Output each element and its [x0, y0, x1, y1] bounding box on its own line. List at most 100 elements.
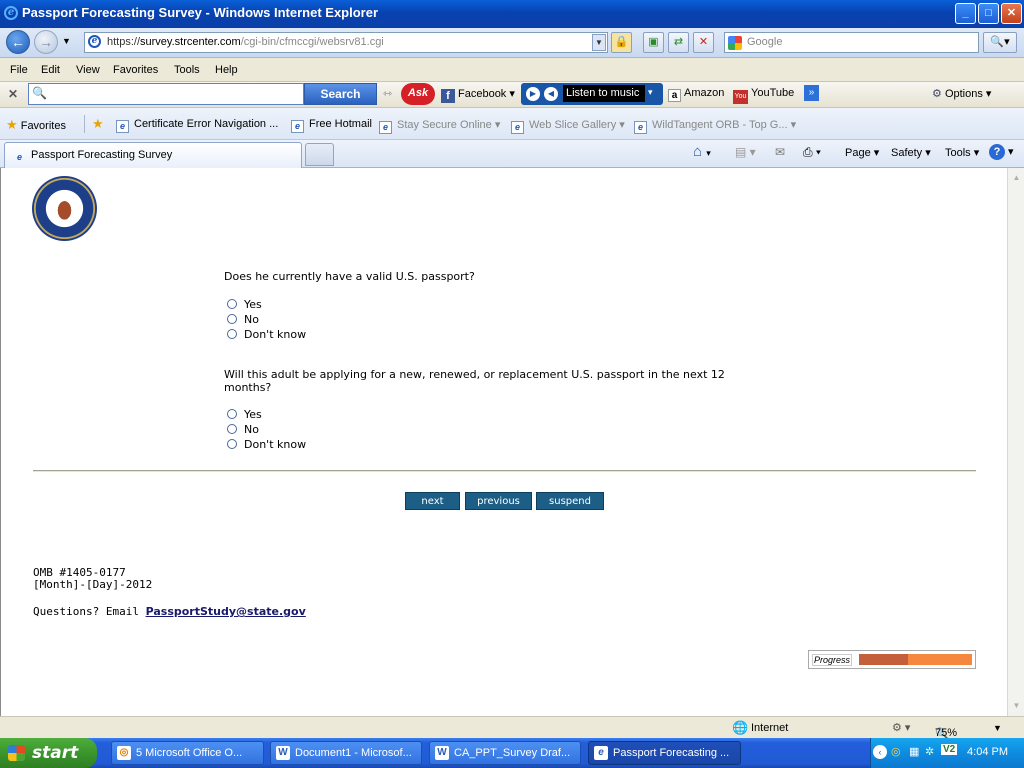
search-go-button[interactable]: 🔍▾: [983, 32, 1017, 53]
tools-menu[interactable]: Tools ▾: [945, 146, 979, 159]
favorites-button[interactable]: ★ Favorites: [6, 117, 66, 133]
fav-wildtangent[interactable]: e WildTangent ORB - Top G... ▾: [634, 118, 796, 134]
favorites-star-icon: ★: [6, 117, 18, 132]
menu-tools[interactable]: Tools: [174, 64, 200, 76]
tab-passport-survey[interactable]: e Passport Forecasting Survey: [4, 142, 302, 168]
youtube-button[interactable]: You YouTube: [733, 87, 794, 104]
q2-option-dont-know[interactable]: Don't know: [227, 438, 306, 451]
home-button[interactable]: ⌂ ▾: [693, 143, 711, 160]
compatibility-view-icon[interactable]: ▣: [643, 32, 664, 53]
taskbar-word-document[interactable]: W Document1 - Microsof...: [270, 741, 422, 765]
eagle-emblem: [54, 196, 75, 220]
scroll-down-button[interactable]: ▼: [1009, 698, 1024, 714]
q1-option-dont-know[interactable]: Don't know: [227, 328, 306, 341]
page-menu[interactable]: Page ▾: [845, 146, 879, 159]
music-player[interactable]: ▶ ◀ Listen to music ▾: [521, 83, 663, 105]
new-tab-button[interactable]: [305, 143, 334, 166]
close-toolbar-icon[interactable]: ✕: [8, 87, 18, 101]
option-label: Yes: [244, 298, 262, 311]
questions-line: Questions? Email PassportStudy@state.gov: [33, 605, 306, 618]
questions-prefix: Questions? Email: [33, 605, 146, 618]
minimize-button[interactable]: _: [955, 3, 976, 24]
more-chevron-icon[interactable]: »: [804, 85, 819, 101]
option-label: No: [244, 313, 259, 326]
url-dropdown-icon[interactable]: ▼: [592, 34, 606, 51]
amazon-button[interactable]: a Amazon: [668, 87, 724, 102]
previous-button[interactable]: previous: [465, 492, 532, 510]
q2-option-no[interactable]: No: [227, 423, 259, 436]
stop-button[interactable]: ✕: [693, 32, 714, 53]
history-dropdown-icon[interactable]: ▼: [62, 36, 71, 46]
menu-help[interactable]: Help: [215, 64, 238, 76]
safety-menu[interactable]: Safety ▾: [891, 146, 931, 159]
scroll-up-button[interactable]: ▲: [1009, 170, 1024, 186]
bluetooth-icon[interactable]: ✲: [925, 745, 934, 758]
radio-button[interactable]: [227, 329, 237, 339]
help-icon[interactable]: ? ▾: [989, 144, 1014, 160]
fav-stay-secure[interactable]: e Stay Secure Online ▾: [379, 118, 500, 134]
email-link[interactable]: PassportStudy@state.gov: [146, 605, 306, 618]
back-button[interactable]: ←: [6, 30, 30, 54]
menu-view[interactable]: View: [76, 64, 100, 76]
feeds-icon[interactable]: ▤ ▾: [735, 145, 756, 159]
fav-label: Certificate Error Navigation ...: [134, 118, 279, 130]
window-title: Passport Forecasting Survey - Windows In…: [22, 5, 379, 20]
taskbar-office[interactable]: ◎ 5 Microsoft Office O...: [111, 741, 264, 765]
menu-file[interactable]: File: [10, 64, 28, 76]
amazon-label: Amazon: [684, 87, 725, 99]
form-date: [Month]-[Day]-2012: [33, 578, 153, 591]
forward-button[interactable]: →: [34, 30, 58, 54]
taskbar-ie-survey[interactable]: e Passport Forecasting ...: [588, 741, 741, 765]
radio-button[interactable]: [227, 424, 237, 434]
ask-search-button[interactable]: Search: [304, 83, 377, 105]
add-favorite-icon[interactable]: ★: [92, 116, 104, 132]
start-button[interactable]: start: [0, 738, 97, 768]
network-icon[interactable]: ▦: [909, 745, 919, 758]
options-label: Options: [944, 88, 983, 100]
mail-icon[interactable]: ✉: [775, 145, 785, 159]
tray-app-icon[interactable]: ◎: [891, 745, 901, 758]
menu-bar: File Edit View Favorites Tools Help: [0, 58, 1024, 82]
task-label: CA_PPT_Survey Draf...: [454, 747, 571, 759]
youtube-icon: You: [733, 90, 748, 104]
ask-search-input[interactable]: 🔍: [28, 83, 304, 105]
option-label: Yes: [244, 408, 262, 421]
play-icon[interactable]: ▶: [526, 87, 540, 101]
music-dropdown-icon[interactable]: ▾: [648, 87, 653, 98]
radio-button[interactable]: [227, 439, 237, 449]
task-label: 5 Microsoft Office O...: [136, 747, 243, 759]
taskbar-powerpoint[interactable]: W CA_PPT_Survey Draf...: [429, 741, 581, 765]
address-input[interactable]: e https://survey.strcenter.com/cgi-bin/c…: [84, 32, 608, 53]
progress-indicator: Progress: [808, 650, 976, 669]
radio-button[interactable]: [227, 299, 237, 309]
suspend-button[interactable]: suspend: [536, 492, 604, 510]
facebook-button[interactable]: f Facebook ▾: [441, 87, 515, 103]
menu-edit[interactable]: Edit: [41, 64, 60, 76]
tray-expand-icon[interactable]: ‹: [873, 745, 887, 759]
search-input[interactable]: Google: [724, 32, 979, 53]
q1-option-no[interactable]: No: [227, 313, 259, 326]
ie-page-icon: e: [116, 120, 129, 133]
zoom-dropdown-icon[interactable]: ▼: [993, 723, 1002, 733]
refresh-button[interactable]: ⇄: [668, 32, 689, 53]
protected-mode-icon[interactable]: ⚙ ▾: [892, 721, 910, 734]
radio-button[interactable]: [227, 314, 237, 324]
volume-icon[interactable]: ◀: [544, 87, 558, 101]
print-icon[interactable]: ⎙ ▾: [803, 145, 821, 160]
fav-certificate-error[interactable]: e Certificate Error Navigation ...: [116, 118, 278, 133]
menu-favorites[interactable]: Favorites: [113, 64, 158, 76]
restore-button[interactable]: □: [978, 3, 999, 24]
vertical-scrollbar[interactable]: ▲ ▼: [1007, 168, 1024, 716]
options-button[interactable]: ⚙ Options ▾: [932, 87, 991, 100]
fav-web-slice[interactable]: e Web Slice Gallery ▾: [511, 118, 625, 134]
radio-button[interactable]: [227, 409, 237, 419]
antivirus-icon[interactable]: V2: [941, 744, 958, 755]
q1-option-yes[interactable]: Yes: [227, 298, 262, 311]
ask-logo-button[interactable]: Ask: [401, 83, 435, 105]
window-title-bar[interactable]: e Passport Forecasting Survey - Windows …: [0, 0, 1024, 28]
q2-option-yes[interactable]: Yes: [227, 408, 262, 421]
close-window-button[interactable]: ✕: [1001, 3, 1022, 24]
fav-free-hotmail[interactable]: e Free Hotmail: [291, 118, 372, 133]
lock-icon[interactable]: 🔒: [611, 32, 632, 53]
next-button[interactable]: next: [405, 492, 460, 510]
